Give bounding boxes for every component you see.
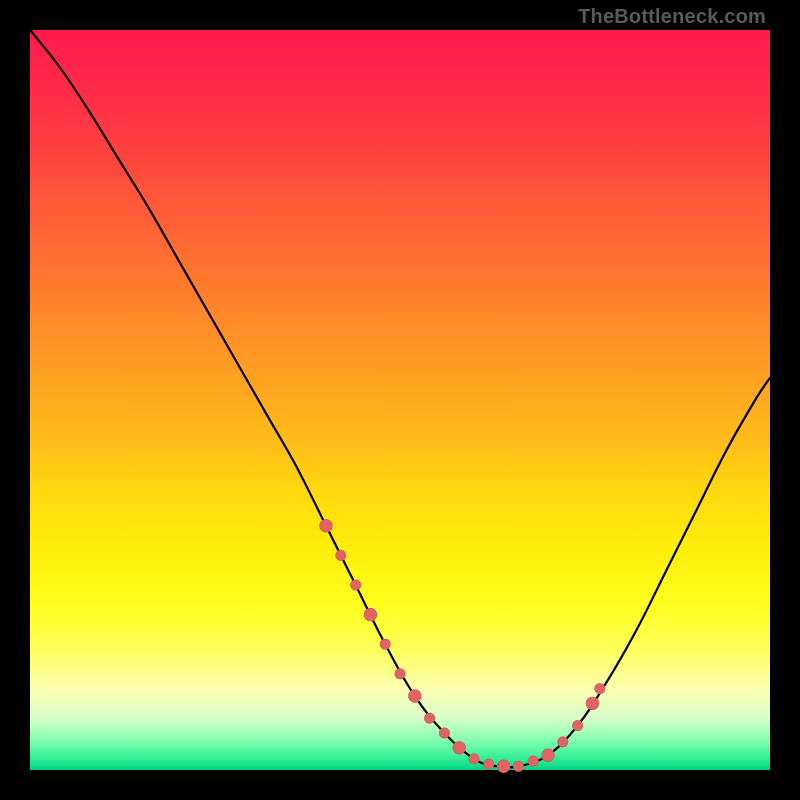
highlight-dot bbox=[408, 690, 421, 703]
chart-frame: TheBottleneck.com bbox=[0, 0, 800, 800]
highlight-dots-group bbox=[320, 519, 605, 772]
plot-area bbox=[30, 30, 770, 770]
highlight-dot bbox=[350, 580, 360, 590]
highlight-dot bbox=[320, 519, 333, 532]
highlight-dot bbox=[439, 728, 449, 738]
highlight-dot bbox=[336, 550, 346, 560]
highlight-dot bbox=[528, 756, 538, 766]
highlight-dot bbox=[542, 749, 555, 762]
highlight-dot bbox=[497, 760, 510, 773]
highlight-dot bbox=[380, 639, 390, 649]
bottleneck-curve bbox=[30, 30, 770, 768]
highlight-dot bbox=[513, 761, 523, 771]
highlight-dot bbox=[364, 608, 377, 621]
highlight-dot bbox=[572, 720, 582, 730]
highlight-dot bbox=[453, 741, 466, 754]
highlight-dot bbox=[558, 737, 568, 747]
highlight-dot bbox=[586, 697, 599, 710]
watermark-text: TheBottleneck.com bbox=[578, 6, 766, 29]
chart-svg bbox=[30, 30, 770, 770]
highlight-dot bbox=[469, 754, 479, 764]
highlight-dot bbox=[484, 759, 494, 769]
highlight-dot bbox=[424, 713, 434, 723]
highlight-dot bbox=[395, 669, 405, 679]
highlight-dot bbox=[595, 683, 605, 693]
